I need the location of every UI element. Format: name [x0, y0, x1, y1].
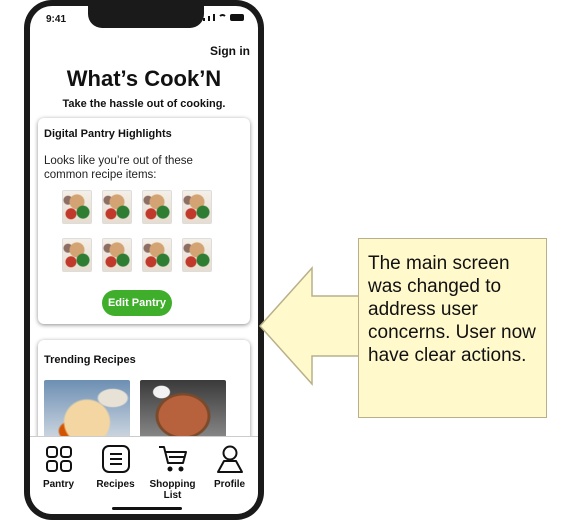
pantry-card-text: Looks like you’re out of these common re…	[44, 155, 193, 181]
trending-card-title: Trending Recipes	[44, 354, 136, 366]
tab-shopping-list[interactable]: Shopping List	[147, 443, 199, 501]
pantry-item-image[interactable]	[142, 190, 172, 224]
phone-frame: 9:41 Sign in What’s Cook’N Take the hass…	[24, 0, 264, 520]
callout-arrow	[258, 266, 363, 386]
pantry-item-image[interactable]	[142, 238, 172, 272]
home-indicator	[112, 507, 182, 510]
signal-bar	[208, 16, 210, 21]
tab-label: Profile	[213, 479, 246, 490]
edit-pantry-button[interactable]: Edit Pantry	[102, 290, 172, 316]
callout-text: The main screen was changed to address u…	[368, 253, 536, 366]
tab-recipes[interactable]: Recipes	[90, 443, 142, 490]
wifi-icon	[218, 14, 227, 21]
status-icons	[203, 14, 244, 21]
signal-bar	[213, 14, 215, 21]
signal-icon	[203, 18, 205, 21]
pantry-item-image[interactable]	[102, 190, 132, 224]
grid-icon	[43, 443, 75, 475]
pantry-item-image[interactable]	[182, 238, 212, 272]
pantry-card-title: Digital Pantry Highlights	[44, 128, 172, 140]
pantry-item-grid	[62, 190, 212, 272]
phone-notch	[88, 6, 204, 28]
pantry-highlights-card: Digital Pantry Highlights Looks like you…	[38, 118, 250, 324]
tab-profile[interactable]: Profile	[204, 443, 256, 490]
pantry-item-image[interactable]	[182, 190, 212, 224]
page-title: What’s Cook’N	[66, 66, 222, 91]
status-time: 9:41	[46, 14, 67, 25]
tab-label: Shopping List	[149, 479, 196, 501]
bottom-tab-bar: Pantry Recipes Shopping List Profile	[30, 436, 258, 514]
list-icon	[100, 443, 132, 475]
tab-label: Pantry	[42, 479, 75, 490]
recipe-image[interactable]	[44, 380, 130, 440]
cart-icon	[157, 443, 189, 475]
tab-pantry[interactable]: Pantry	[33, 443, 85, 490]
recipe-image[interactable]	[140, 380, 226, 440]
sign-in-link[interactable]: Sign in	[210, 44, 250, 58]
pantry-item-image[interactable]	[62, 190, 92, 224]
page-subtitle: Take the hassle out of cooking.	[62, 98, 226, 110]
person-icon	[214, 443, 246, 475]
pantry-item-image[interactable]	[102, 238, 132, 272]
phone-screen: 9:41 Sign in What’s Cook’N Take the hass…	[30, 6, 258, 514]
tab-label: Recipes	[96, 479, 135, 490]
pantry-item-image[interactable]	[62, 238, 92, 272]
battery-icon	[230, 14, 244, 21]
